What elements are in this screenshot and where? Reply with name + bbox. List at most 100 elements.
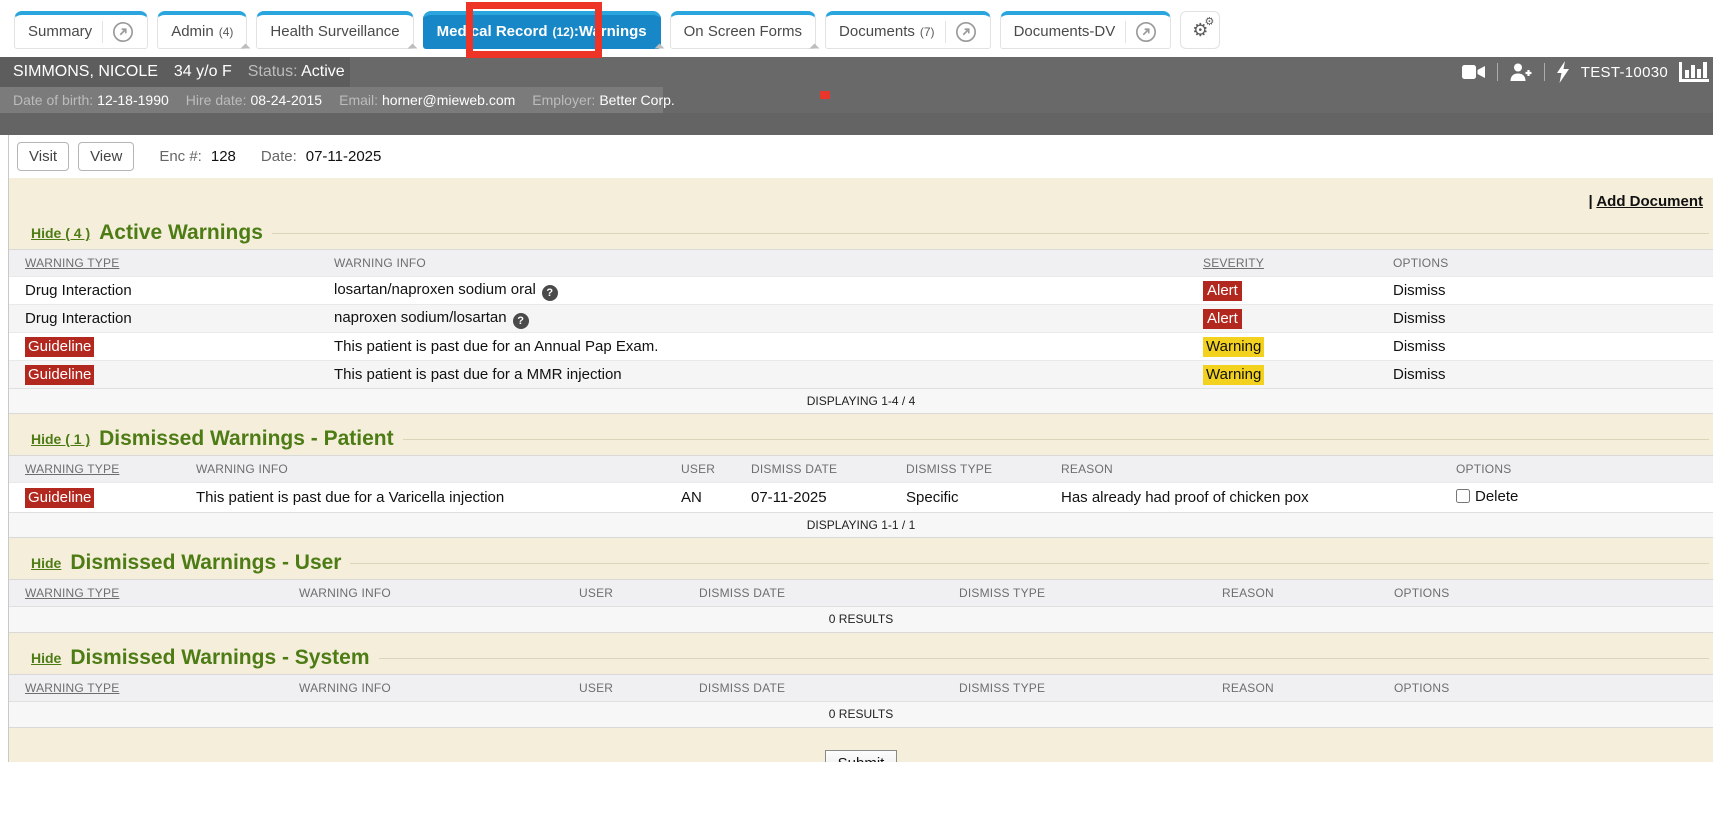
submit-button[interactable]: Submit <box>825 750 898 762</box>
col-dismiss-date: DISMISS DATE <box>699 586 959 600</box>
col-warning-info: WARNING INFO <box>299 681 579 695</box>
open-in-new-icon[interactable] <box>945 21 977 43</box>
col-user: USER <box>681 462 751 476</box>
employer-field: Employer:Better Corp. <box>532 92 675 108</box>
dismissed-patient-header: Hide ( 1 ) Dismissed Warnings - Patient <box>9 420 1713 455</box>
tab-medical-record-suffix: :Warnings <box>574 23 647 40</box>
col-user: USER <box>579 586 699 600</box>
dropdown-fold-icon <box>241 44 251 54</box>
tab-summary[interactable]: Summary <box>14 11 148 49</box>
hide-active-warnings-link[interactable]: Hide ( 4 ) <box>31 225 90 241</box>
enc-date-label: Date: <box>261 148 297 165</box>
help-icon[interactable]: ? <box>542 285 558 301</box>
bar-chart-icon[interactable] <box>1679 62 1709 82</box>
status-label: Status: <box>248 63 298 80</box>
view-button[interactable]: View <box>78 142 134 171</box>
visit-button[interactable]: Visit <box>17 142 69 171</box>
tab-admin[interactable]: Admin (4) <box>157 11 247 49</box>
col-reason: REASON <box>1222 681 1394 695</box>
table-row: Guideline This patient is past due for a… <box>9 482 1713 512</box>
tab-health-surveillance[interactable]: Health Surveillance <box>256 11 413 49</box>
dismissed-system-title: Dismissed Warnings - System <box>70 646 369 670</box>
tab-health-surveillance-label: Health Surveillance <box>270 23 399 40</box>
tab-on-screen-forms-label: On Screen Forms <box>684 23 802 40</box>
col-dismiss-date: DISMISS DATE <box>751 462 906 476</box>
delete-checkbox[interactable] <box>1456 489 1470 503</box>
section-rule <box>403 439 1709 440</box>
col-warning-type[interactable]: WARNING TYPE <box>9 586 299 600</box>
tab-documents[interactable]: Documents (7) <box>825 11 991 49</box>
chart-id: TEST-10030 <box>1581 64 1668 81</box>
user-value: AN <box>681 489 702 506</box>
hire-date-field: Hire date:08-24-2015 <box>186 92 322 108</box>
severity-badge: Warning <box>1203 337 1264 357</box>
col-options: OPTIONS <box>1394 681 1713 695</box>
tab-documents-dv-label: Documents-DV <box>1014 23 1116 40</box>
dismiss-date-value: 07-11-2025 <box>751 489 827 506</box>
warning-type-badge: Guideline <box>25 488 94 508</box>
col-dismiss-date: DISMISS DATE <box>699 681 959 695</box>
table-row: Guideline This patient is past due for a… <box>9 332 1713 360</box>
tab-on-screen-forms[interactable]: On Screen Forms <box>670 11 816 49</box>
dismiss-link[interactable]: Dismiss <box>1393 310 1446 327</box>
severity-badge: Alert <box>1203 309 1242 329</box>
tab-medical-record-count: (12) <box>553 25 574 39</box>
tab-documents-dv[interactable]: Documents-DV <box>1000 11 1172 49</box>
results-count: 0 RESULTS <box>9 701 1713 728</box>
settings-button[interactable]: ⚙⚙ <box>1180 11 1220 49</box>
gears-icon: ⚙⚙ <box>1192 21 1208 39</box>
active-warnings-title: Active Warnings <box>99 221 263 245</box>
patient-demographics: Date of birth:12-18-1990 Hire date:08-24… <box>0 87 663 113</box>
severity-badge: Warning <box>1203 365 1264 385</box>
col-warning-type[interactable]: WARNING TYPE <box>9 256 334 270</box>
tab-medical-record-label: Medical Record <box>437 23 548 40</box>
reason-value: Has already had proof of chicken pox <box>1061 489 1309 506</box>
tab-documents-label: Documents <box>839 23 915 40</box>
tab-medical-record-warnings[interactable]: Medical Record (12) :Warnings <box>423 11 661 49</box>
section-rule <box>379 658 1710 659</box>
col-dismiss-type: DISMISS TYPE <box>959 586 1222 600</box>
dismissed-user-header: Hide Dismissed Warnings - User <box>9 544 1713 579</box>
hide-dismissed-system-link[interactable]: Hide <box>31 650 61 666</box>
tab-documents-count: (7) <box>920 25 935 39</box>
col-dismiss-type: DISMISS TYPE <box>959 681 1222 695</box>
col-warning-type[interactable]: WARNING TYPE <box>9 681 299 695</box>
person-add-icon[interactable] <box>1509 62 1533 82</box>
add-document-link[interactable]: Add Document <box>1596 193 1703 210</box>
active-warnings-header: Hide ( 4 ) Active Warnings <box>9 214 1713 249</box>
patient-name-block: SIMMONS, NICOLE 34 y/o F Status: Active <box>0 57 350 87</box>
col-warning-info: WARNING INFO <box>299 586 579 600</box>
hide-dismissed-user-link[interactable]: Hide <box>31 555 61 571</box>
patient-name: SIMMONS, NICOLE <box>13 63 158 81</box>
dismissed-system-table: WARNING TYPE WARNING INFO USER DISMISS D… <box>9 674 1713 728</box>
dismiss-link[interactable]: Dismiss <box>1393 366 1446 383</box>
col-warning-type[interactable]: WARNING TYPE <box>9 462 196 476</box>
video-camera-icon[interactable] <box>1462 63 1486 81</box>
help-icon[interactable]: ? <box>513 313 529 329</box>
open-in-new-icon[interactable] <box>1125 21 1157 43</box>
dismiss-link[interactable]: Dismiss <box>1393 338 1446 355</box>
col-options: OPTIONS <box>1394 586 1713 600</box>
warning-type: Drug Interaction <box>25 282 132 299</box>
warning-type-badge: Guideline <box>25 365 94 385</box>
col-reason: REASON <box>1061 462 1456 476</box>
dismiss-type-value: Specific <box>906 489 959 506</box>
divider <box>1544 63 1545 81</box>
section-rule <box>350 563 1709 564</box>
dismiss-link[interactable]: Dismiss <box>1393 282 1446 299</box>
table-row: Drug Interaction naproxen sodium/losarta… <box>9 304 1713 332</box>
warning-type-badge: Guideline <box>25 337 94 357</box>
col-severity[interactable]: SEVERITY <box>1203 256 1393 270</box>
hide-dismissed-patient-link[interactable]: Hide ( 1 ) <box>31 431 90 447</box>
col-dismiss-type: DISMISS TYPE <box>906 462 1061 476</box>
col-options: OPTIONS <box>1393 256 1713 270</box>
warning-info: naproxen sodium/losartan <box>334 309 507 326</box>
tab-admin-label: Admin <box>171 23 214 40</box>
open-in-new-icon[interactable] <box>102 21 134 43</box>
col-warning-info: WARNING INFO <box>196 462 681 476</box>
lightning-icon[interactable] <box>1556 61 1570 83</box>
active-warnings-table: WARNING TYPE WARNING INFO SEVERITY OPTIO… <box>9 249 1713 414</box>
delete-option: Delete <box>1456 488 1518 505</box>
dismissed-user-title: Dismissed Warnings - User <box>70 551 341 575</box>
tab-admin-count: (4) <box>219 25 234 39</box>
